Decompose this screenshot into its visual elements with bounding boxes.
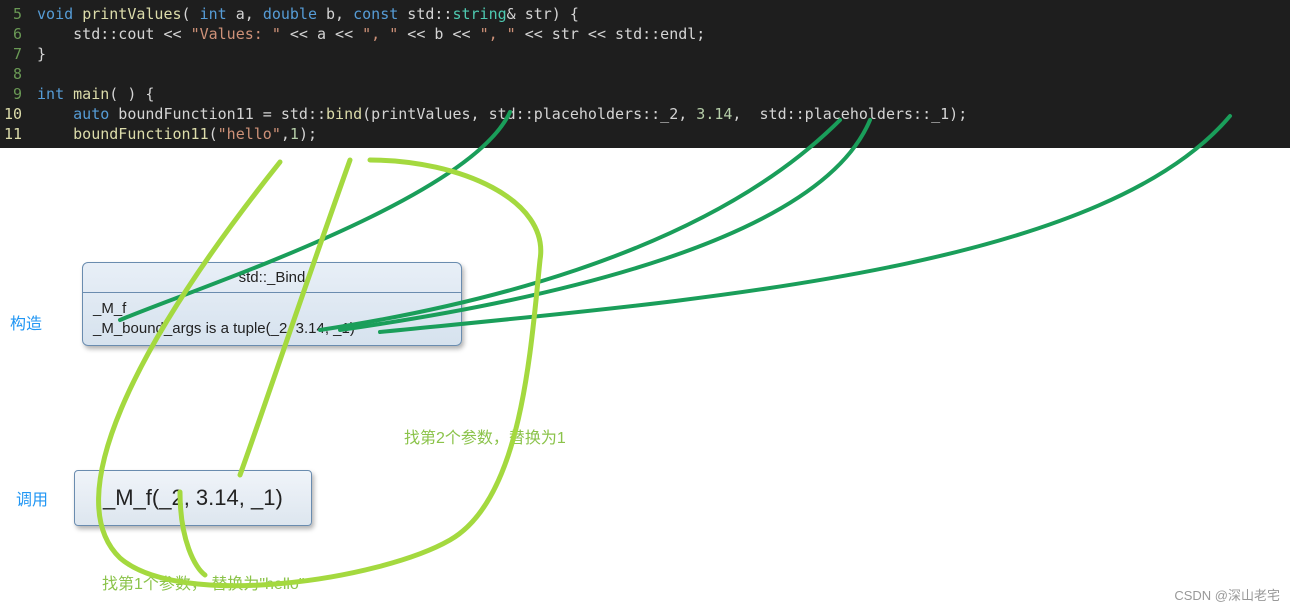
annotation-replace2: 找第2个参数，替换为1 — [404, 424, 566, 448]
line-number: 10 — [0, 104, 28, 124]
line-number: 8 — [0, 64, 28, 84]
code-line: 7 } — [0, 44, 1290, 64]
call-box: _M_f(_2, 3.14, _1) — [74, 470, 312, 526]
code-content: void printValues( int a, double b, const… — [28, 4, 579, 24]
code-line: 8 — [0, 64, 1290, 84]
line-number: 5 — [0, 4, 28, 24]
box-header: std::_Bind — [83, 263, 461, 293]
code-content: } — [28, 44, 46, 64]
code-content: auto boundFunction11 = std::bind(printVa… — [28, 104, 967, 124]
line-number: 6 — [0, 24, 28, 44]
call-label: 调用 — [16, 486, 48, 510]
code-line: 11 boundFunction11("hello",1); — [0, 124, 1290, 144]
line-number: 7 — [0, 44, 28, 64]
code-line: 5 void printValues( int a, double b, con… — [0, 4, 1290, 24]
code-line: 9 int main( ) { — [0, 84, 1290, 104]
box-line-mf: _M_f — [93, 299, 451, 319]
bind-object-box: std::_Bind _M_f _M_bound_args is a tuple… — [82, 262, 462, 346]
code-content: boundFunction11("hello",1); — [28, 124, 317, 144]
watermark: CSDN @深山老宅 — [1174, 585, 1280, 604]
code-content: std::cout << "Values: " << a << ", " << … — [28, 24, 705, 44]
annotation-replace1: 找第1个参数， 替换为"hello" — [102, 570, 305, 594]
box-body: _M_f _M_bound_args is a tuple(_2, 3.14, … — [83, 293, 461, 345]
construct-label: 构造 — [10, 310, 42, 334]
code-line: 6 std::cout << "Values: " << a << ", " <… — [0, 24, 1290, 44]
box-line-args: _M_bound_args is a tuple(_2, 3.14, _1) — [93, 319, 451, 339]
code-content: int main( ) { — [28, 84, 154, 104]
code-block: 5 void printValues( int a, double b, con… — [0, 0, 1290, 148]
code-line: 10 auto boundFunction11 = std::bind(prin… — [0, 104, 1290, 124]
line-number: 9 — [0, 84, 28, 104]
line-number: 11 — [0, 124, 28, 144]
